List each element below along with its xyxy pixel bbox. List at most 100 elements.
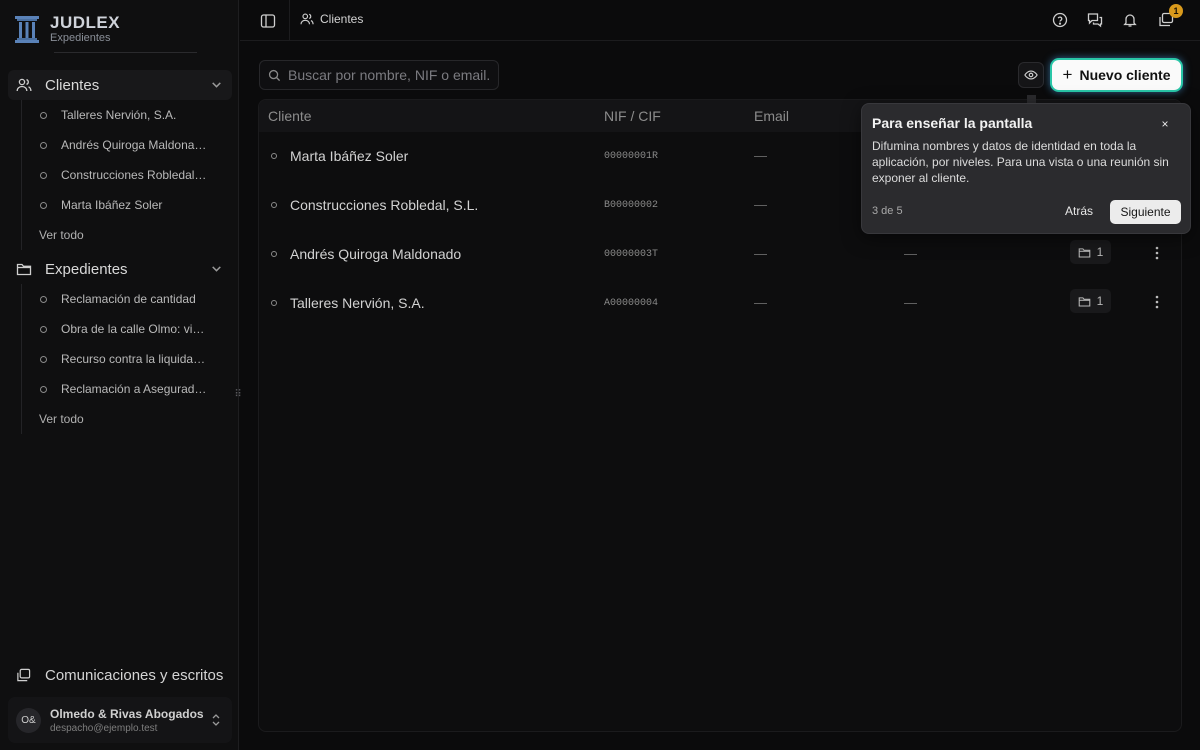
brand[interactable]: JUDLEX Expedientes — [14, 12, 120, 46]
client-name: Marta Ibáñez Soler — [290, 148, 409, 164]
client-name-cell[interactable]: Talleres Nervión, S.A. — [271, 295, 425, 311]
brand-name: JUDLEX — [50, 13, 121, 32]
folder-icon — [16, 263, 32, 276]
sidebar-item-label: Construcciones Robledal, S.L. — [61, 168, 207, 182]
search-input[interactable] — [288, 67, 498, 83]
sidebar-item-label: Reclamación de cantidad — [61, 292, 196, 306]
circle-icon — [40, 171, 47, 179]
onboarding-tooltip: Para enseñar la pantalla × Difumina nomb… — [861, 103, 1191, 234]
chevron-down-icon[interactable] — [210, 262, 223, 275]
sidebar-view-all-cases[interactable]: Ver todo — [22, 404, 221, 434]
folder-icon — [1078, 296, 1090, 306]
circle-icon — [271, 202, 277, 208]
notifications-button[interactable] — [1120, 10, 1140, 30]
chevron-up-down-icon — [212, 714, 220, 726]
topbar-divider — [289, 0, 290, 41]
search-icon — [268, 69, 281, 81]
client-name-cell[interactable]: Andrés Quiroga Maldonado — [271, 246, 461, 262]
row-actions-button[interactable] — [1150, 293, 1164, 311]
tooltip-next-button[interactable]: Siguiente — [1110, 200, 1181, 224]
sidebar-item-client[interactable]: Talleres Nervión, S.A. — [22, 100, 221, 130]
plus-icon: + — [1062, 65, 1073, 84]
tooltip-back-button[interactable]: Atrás — [1065, 204, 1093, 218]
client-name: Talleres Nervión, S.A. — [290, 295, 425, 311]
tooltip-title: Para enseñar la pantalla — [872, 115, 1033, 131]
email-cell: — — [754, 246, 767, 261]
circle-icon — [40, 355, 47, 363]
circle-icon — [271, 251, 277, 257]
phone-cell: — — [904, 295, 917, 310]
breadcrumb: Clientes — [300, 12, 363, 26]
sidebar-item-case[interactable]: Recurso contra la liquidación — [22, 344, 221, 374]
column-header-client[interactable]: Cliente — [268, 108, 312, 124]
sidebar-item-case[interactable]: Reclamación de cantidad — [22, 284, 221, 314]
sidebar-panel-icon — [260, 14, 276, 28]
client-name: Construcciones Robledal, S.L. — [290, 197, 479, 213]
sidebar-item-label: Obra de la calle Olmo: vicios — [61, 322, 207, 336]
table-row[interactable]: Andrés Quiroga Maldonado 00000003T — — 1 — [259, 230, 1181, 279]
new-client-button[interactable]: + Nuevo cliente — [1052, 60, 1181, 90]
sidebar-toggle-button[interactable] — [256, 10, 280, 32]
account-name: Olmedo & Rivas Abogados — [50, 706, 204, 721]
sidebar-item-label: Talleres Nervión, S.A. — [61, 108, 177, 122]
table-row[interactable]: Talleres Nervión, S.A. A00000004 — — 1 — [259, 279, 1181, 328]
sidebar-section-clients[interactable]: Clientes — [8, 70, 232, 100]
tooltip-step-counter: 3 de 5 — [872, 205, 903, 217]
sidebar-item-client[interactable]: Andrés Quiroga Maldonado — [22, 130, 221, 160]
circle-icon — [40, 325, 47, 333]
column-header-email[interactable]: Email — [754, 108, 789, 124]
more-vertical-icon — [1155, 246, 1159, 260]
more-vertical-icon — [1155, 295, 1159, 309]
row-actions-button[interactable] — [1150, 244, 1164, 262]
chat-icon — [1087, 13, 1103, 28]
cases-count: 1 — [1096, 245, 1104, 259]
sidebar-cases-list: Reclamación de cantidad Obra de la calle… — [21, 284, 221, 434]
circle-icon — [40, 141, 47, 149]
sidebar-item-label: Comunicaciones y escritos — [45, 666, 224, 684]
client-name-cell[interactable]: Construcciones Robledal, S.L. — [271, 197, 478, 213]
cases-count-button[interactable]: 1 — [1070, 240, 1111, 264]
stacked-documents-icon — [17, 668, 31, 681]
sidebar-item-client[interactable]: Construcciones Robledal, S.L. — [22, 160, 221, 190]
email-cell: — — [754, 295, 767, 310]
grip-handle-icon[interactable]: ⠿ — [233, 388, 243, 402]
nif-cell: A00000004 — [604, 298, 659, 309]
account-switcher[interactable]: O& Olmedo & Rivas Abogados despacho@ejem… — [8, 697, 232, 743]
circle-icon — [271, 153, 277, 159]
sidebar-item-label: Andrés Quiroga Maldonado — [61, 138, 207, 152]
sidebar-item-case[interactable]: Reclamación a Aseguradora — [22, 374, 221, 404]
sidebar-section-cases[interactable]: Expedientes — [8, 254, 232, 284]
eye-icon — [1024, 70, 1038, 80]
pillar-logo-icon — [15, 16, 39, 43]
new-client-label: Nuevo cliente — [1079, 67, 1171, 83]
account-email: despacho@ejemplo.test — [50, 722, 158, 734]
column-header-nif[interactable]: NIF / CIF — [604, 108, 661, 124]
bell-icon — [1123, 14, 1137, 27]
chevron-down-icon[interactable] — [210, 78, 223, 91]
sidebar-section-label: Clientes — [45, 76, 100, 94]
messages-button[interactable] — [1085, 10, 1105, 30]
cases-count: 1 — [1096, 294, 1104, 308]
sidebar-item-client[interactable]: Marta Ibáñez Soler — [22, 190, 221, 220]
tooltip-close-button[interactable]: × — [1155, 115, 1175, 133]
tooltip-body: Difumina nombres y datos de identidad en… — [872, 139, 1169, 185]
client-name: Andrés Quiroga Maldonado — [290, 246, 462, 262]
breadcrumb-current: Clientes — [320, 12, 364, 26]
sidebar-item-label: Marta Ibáñez Soler — [61, 198, 163, 212]
privacy-toggle-button[interactable] — [1018, 62, 1044, 88]
client-name-cell[interactable]: Marta Ibáñez Soler — [271, 148, 408, 164]
help-button[interactable] — [1050, 10, 1070, 30]
circle-icon — [271, 300, 277, 306]
sidebar-item-case[interactable]: Obra de la calle Olmo: vicios — [22, 314, 221, 344]
users-icon — [300, 13, 314, 25]
nif-cell: 00000001R — [604, 151, 659, 162]
cases-count-button[interactable]: 1 — [1070, 289, 1111, 313]
circle-icon — [40, 111, 47, 119]
nif-cell: 00000003T — [604, 249, 659, 260]
sidebar-item-communications[interactable]: Comunicaciones y escritos — [8, 660, 232, 690]
notification-badge: 1 — [1169, 4, 1183, 18]
brand-subtitle: Expedientes — [50, 32, 111, 44]
brand-divider — [54, 52, 197, 53]
search-box[interactable] — [259, 60, 499, 90]
sidebar-view-all-clients[interactable]: Ver todo — [22, 220, 221, 250]
